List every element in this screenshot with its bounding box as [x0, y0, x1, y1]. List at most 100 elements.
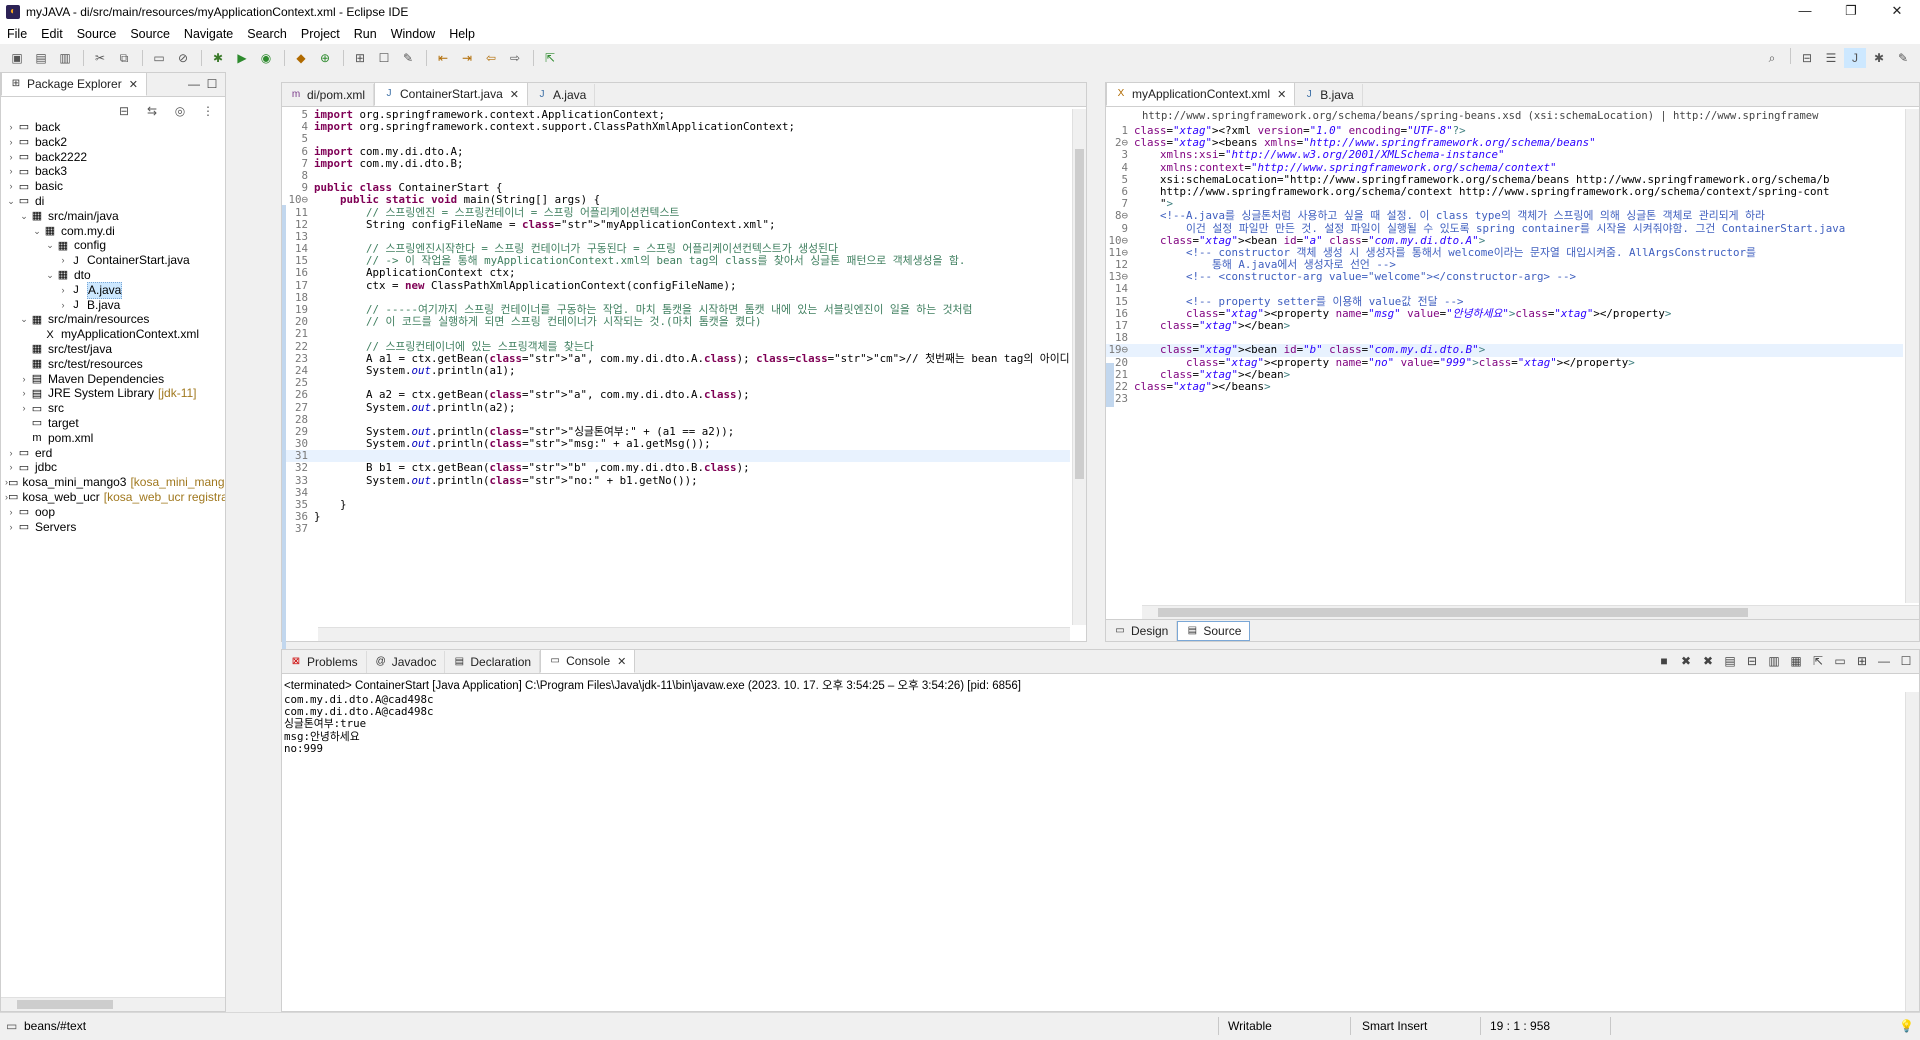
tree-item[interactable]: › ▤ Maven Dependencies	[1, 372, 225, 387]
menu-source-2[interactable]: Source	[123, 27, 177, 41]
console-vertical-scrollbar[interactable]	[1905, 692, 1919, 1011]
tree-item[interactable]: › ▭ back	[1, 120, 225, 135]
close-window-button[interactable]: ✕	[1874, 0, 1920, 24]
tip-lightbulb-icon[interactable]: 💡	[1899, 1019, 1914, 1033]
tree-item[interactable]: › ▭ back3	[1, 164, 225, 179]
tree-item[interactable]: ⌄ ▦ src/main/java	[1, 209, 225, 224]
show-stdout-icon[interactable]: ▥	[1765, 654, 1783, 668]
save-icon[interactable]: ▤	[30, 48, 52, 68]
code-line[interactable]: 23	[1106, 392, 1903, 405]
menu-file[interactable]: File	[0, 27, 34, 41]
close-icon[interactable]: ✕	[1277, 88, 1286, 101]
maximize-view-icon[interactable]: ☐	[203, 77, 221, 91]
code-line[interactable]: 36}	[286, 510, 1070, 523]
terminal-icon[interactable]: ▭	[148, 48, 170, 68]
tab-a-java[interactable]: J A.java	[528, 84, 596, 106]
run-coverage-icon[interactable]: ◉	[255, 48, 277, 68]
tab-myapplicationcontext-xml[interactable]: X myApplicationContext.xml ✕	[1106, 82, 1296, 106]
show-stderr-icon[interactable]: ▦	[1787, 654, 1805, 668]
cut-icon[interactable]: ✂	[89, 48, 111, 68]
java-editor-horizontal-scrollbar[interactable]	[318, 627, 1070, 641]
code-line[interactable]: 7 import com.my.di.dto.B;	[286, 157, 1070, 170]
tree-item[interactable]: › ▭ Servers	[1, 520, 225, 535]
expand-arrow-icon[interactable]: ›	[18, 401, 30, 416]
tree-item[interactable]: › J ContainerStart.java	[1, 253, 225, 268]
tree-item[interactable]: ⌄ ▦ com.my.di	[1, 224, 225, 239]
code-line[interactable]: 37	[286, 523, 1070, 535]
tree-item[interactable]: ▦ src/test/java	[1, 342, 225, 357]
tree-item[interactable]: › ▭ src	[1, 401, 225, 416]
tree-item[interactable]: › ▤ JRE System Library [jdk-11]	[1, 386, 225, 401]
tab-pom-xml[interactable]: m di/pom.xml	[282, 84, 375, 106]
code-line[interactable]: 20 // 이 코드를 실행하게 되면 스프링 컨테이너가 시작되는 것.(마치…	[286, 315, 1070, 328]
maximize-view-icon[interactable]: ☐	[1897, 654, 1915, 668]
copy-icon[interactable]: ⧉	[113, 48, 135, 68]
new-package-icon[interactable]: ◆	[290, 48, 312, 68]
expand-arrow-icon[interactable]: ›	[5, 164, 17, 179]
code-line[interactable]: 30 System.out.println(class="str">"msg:"…	[286, 437, 1070, 450]
tree-item[interactable]: › ▭ jdbc	[1, 460, 225, 475]
tree-item[interactable]: ›▭kosa_mini_mango3[kosa_mini_mango3 rev	[1, 475, 225, 490]
tree-item[interactable]: › ▭ back2222	[1, 150, 225, 165]
forward-icon[interactable]: ⇨	[504, 48, 526, 68]
debug-icon[interactable]: ✱	[207, 48, 229, 68]
java-ee-perspective-icon[interactable]: ☰	[1820, 48, 1842, 68]
menu-search[interactable]: Search	[240, 27, 294, 41]
open-type-icon[interactable]: ⊞	[349, 48, 371, 68]
code-line[interactable]: 17 ctx = new ClassPathXmlApplicationCont…	[286, 279, 1070, 292]
display-console-icon[interactable]: ▭	[1831, 654, 1849, 668]
code-line[interactable]: 34	[286, 486, 1070, 499]
tree-item[interactable]: ⌄ ▦ config	[1, 238, 225, 253]
remove-launch-icon[interactable]: ✖	[1677, 654, 1695, 668]
xml-editor-horizontal-scrollbar[interactable]	[1142, 605, 1919, 619]
remove-all-icon[interactable]: ✖	[1699, 654, 1717, 668]
menu-navigate[interactable]: Navigate	[177, 27, 240, 41]
expand-arrow-icon[interactable]: ›	[5, 135, 17, 150]
tree-item[interactable]: ⌄ ▭ di	[1, 194, 225, 209]
xml-breadcrumb[interactable]: http://www.springframework.org/schema/be…	[1142, 110, 1903, 124]
open-console-icon[interactable]: ⊞	[1853, 654, 1871, 668]
tree-item[interactable]: › ▭ erd	[1, 446, 225, 461]
code-line[interactable]: 33 System.out.println(class="str">"no:" …	[286, 474, 1070, 487]
tree-item[interactable]: › J A.java	[1, 281, 225, 299]
menu-help[interactable]: Help	[442, 27, 482, 41]
tab-package-explorer[interactable]: ⊞ Package Explorer ✕	[1, 72, 147, 96]
open-task-icon[interactable]: ☐	[373, 48, 395, 68]
tree-item[interactable]: › ▭ basic	[1, 179, 225, 194]
tree-item[interactable]: ⌄ ▦ dto	[1, 268, 225, 283]
close-icon[interactable]: ✕	[129, 78, 138, 91]
search-toolbar-icon[interactable]: ✎	[397, 48, 419, 68]
expand-arrow-icon[interactable]: ⌄	[44, 268, 56, 283]
expand-arrow-icon[interactable]: ›	[5, 120, 17, 135]
expand-arrow-icon[interactable]: ›	[5, 150, 17, 165]
expand-arrow-icon[interactable]: ›	[18, 386, 30, 401]
new-icon[interactable]: ▣	[6, 48, 28, 68]
tree-item[interactable]: XmyApplicationContext.xml	[1, 327, 225, 342]
run-icon[interactable]: ▶	[231, 48, 253, 68]
link-editor-icon[interactable]: ⇆	[141, 101, 163, 121]
skip-breakpoints-icon[interactable]: ⊘	[172, 48, 194, 68]
open-perspective-icon[interactable]: ⊟	[1796, 48, 1818, 68]
expand-arrow-icon[interactable]: ⌄	[44, 238, 56, 253]
search-icon[interactable]: ⌕	[1761, 48, 1783, 68]
expand-arrow-icon[interactable]: ›	[5, 446, 17, 461]
explorer-horizontal-scrollbar[interactable]	[1, 997, 225, 1011]
tab-b-java[interactable]: J B.java	[1295, 84, 1363, 106]
next-annotation-icon[interactable]: ⇥	[456, 48, 478, 68]
collapse-all-icon[interactable]: ⊟	[113, 101, 135, 121]
debug-perspective-icon[interactable]: ✱	[1868, 48, 1890, 68]
code-line[interactable]: 6 http://www.springframework.org/schema/…	[1106, 185, 1903, 198]
expand-arrow-icon[interactable]: ›	[5, 520, 17, 535]
xml-code-area[interactable]: 1 class="xtag"><?xml version="1.0" encodi…	[1106, 125, 1903, 603]
terminate-icon[interactable]: ■	[1655, 654, 1673, 668]
menu-source[interactable]: Source	[70, 27, 124, 41]
pin-editor-icon[interactable]: ⇱	[539, 48, 561, 68]
tab-containerstart-java[interactable]: J ContainerStart.java ✕	[374, 82, 528, 106]
expand-arrow-icon[interactable]: ›	[57, 298, 69, 313]
tab-declaration[interactable]: ▤ Declaration	[445, 651, 541, 673]
java-perspective-icon[interactable]: J	[1844, 48, 1866, 68]
back-icon[interactable]: ⇦	[480, 48, 502, 68]
menu-project[interactable]: Project	[294, 27, 347, 41]
restore-button[interactable]: ❐	[1828, 0, 1874, 24]
expand-arrow-icon[interactable]: ›	[5, 505, 17, 520]
